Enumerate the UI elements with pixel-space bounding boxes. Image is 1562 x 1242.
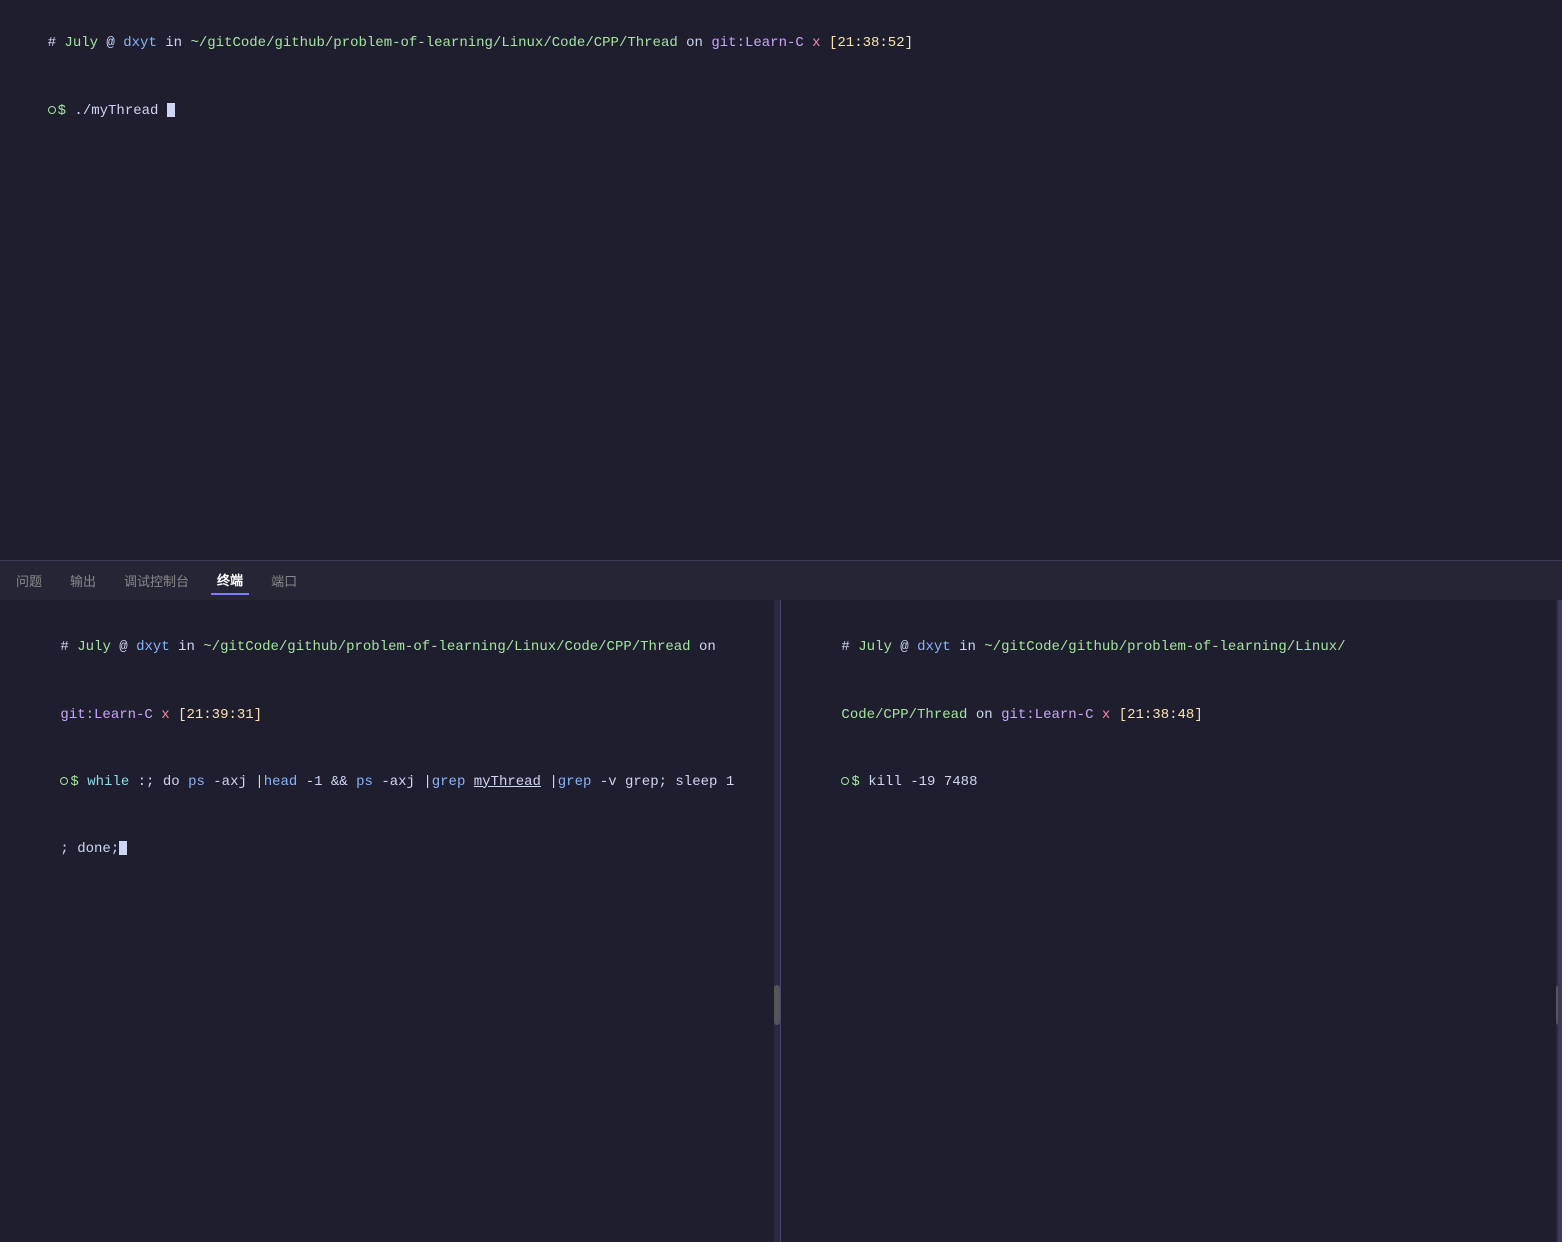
path: ~/gitCode/github/problem-of-learning/Lin… — [190, 35, 677, 51]
left-in: in — [170, 639, 204, 655]
right-path: ~/gitCode/github/problem-of-learning/Lin… — [984, 639, 1345, 655]
x-mark: x — [804, 35, 829, 51]
left-x: x — [153, 707, 178, 723]
left-user: dxyt — [136, 639, 170, 655]
terminal-right[interactable]: # July @ dxyt in ~/gitCode/github/proble… — [781, 600, 1562, 1242]
left-july: July — [77, 639, 111, 655]
right-x: x — [1093, 707, 1118, 723]
right-line-2: $ kill -19 7488 — [791, 748, 1552, 815]
left-head: head — [264, 774, 298, 790]
left-hash: # — [60, 639, 77, 655]
git-branch: git:Learn-C — [711, 35, 803, 51]
at-symbol: @ — [98, 35, 123, 51]
top-line-1: # July @ dxyt in ~/gitCode/github/proble… — [14, 10, 1548, 77]
in-word: in — [157, 35, 191, 51]
right-dollar: $ — [851, 774, 868, 790]
left-ps1: ps — [188, 774, 205, 790]
left-scrollbar-thumb[interactable] — [774, 985, 780, 1025]
right-in: in — [951, 639, 985, 655]
right-user: dxyt — [917, 639, 951, 655]
left-line-1: # July @ dxyt in ~/gitCode/github/proble… — [10, 614, 770, 681]
left-while: while — [87, 774, 129, 790]
left-prompt-circle — [60, 777, 68, 785]
tab-terminal[interactable]: 终端 — [211, 566, 249, 595]
left-mythread: myThread — [474, 774, 541, 790]
bottom-panel: # July @ dxyt in ~/gitCode/github/proble… — [0, 600, 1562, 1242]
left-cursor — [119, 841, 127, 855]
right-prompt-circle — [841, 777, 849, 785]
top-terminal-panel: # July @ dxyt in ~/gitCode/github/proble… — [0, 0, 1562, 560]
right-time: [21:38:48] — [1119, 707, 1203, 723]
terminal-left[interactable]: # July @ dxyt in ~/gitCode/github/proble… — [0, 600, 781, 1242]
right-on: on — [967, 707, 1001, 723]
left-time: [21:39:31] — [178, 707, 262, 723]
tabs-bar: 问题 输出 调试控制台 终端 端口 — [0, 560, 1562, 600]
right-july: July — [858, 639, 892, 655]
left-line-1b: git:Learn-C x [21:39:31] — [10, 681, 770, 748]
left-grep1: grep — [432, 774, 466, 790]
cursor-block — [167, 103, 175, 117]
left-grep2: grep — [558, 774, 592, 790]
right-scrollbar-thumb[interactable] — [1556, 985, 1562, 1025]
tab-output[interactable]: 输出 — [64, 567, 102, 594]
july-name: July — [64, 35, 98, 51]
left-at: @ — [111, 639, 136, 655]
right-pid: 7488 — [944, 774, 978, 790]
tab-ports[interactable]: 端口 — [265, 567, 303, 594]
left-dollar: $ — [70, 774, 87, 790]
tab-problems[interactable]: 问题 — [10, 567, 48, 594]
left-space1 — [465, 774, 473, 790]
timestamp: [21:38:52] — [829, 35, 913, 51]
right-hash: # — [841, 639, 858, 655]
right-kill: kill -19 — [868, 774, 944, 790]
right-scrollbar[interactable] — [1556, 600, 1562, 1242]
left-on: on — [691, 639, 716, 655]
left-rest3: -v grep; sleep 1 — [591, 774, 734, 790]
right-line-1b: Code/CPP/Thread on git:Learn-C x [21:38:… — [791, 681, 1552, 748]
prompt-circle — [48, 106, 56, 114]
left-done: ; done; — [60, 841, 119, 857]
tab-debug-console[interactable]: 调试控制台 — [118, 567, 195, 594]
on-word: on — [678, 35, 712, 51]
left-axj1: -axj | — [205, 774, 264, 790]
left-ps2: ps — [356, 774, 373, 790]
right-line-1: # July @ dxyt in ~/gitCode/github/proble… — [791, 614, 1552, 681]
left-scrollbar[interactable] — [774, 600, 780, 1242]
username: dxyt — [123, 35, 157, 51]
left-path: ~/gitCode/github/problem-of-learning/Lin… — [203, 639, 690, 655]
left-rest1: :; do — [129, 774, 188, 790]
left-axj2: -axj | — [373, 774, 432, 790]
left-rest2: -1 && — [297, 774, 356, 790]
right-git: git:Learn-C — [1001, 707, 1093, 723]
hash: # — [48, 35, 65, 51]
top-line-2: $ ./myThread — [14, 77, 1548, 144]
left-pipe: | — [541, 774, 558, 790]
left-git: git:Learn-C — [60, 707, 152, 723]
left-line-2: $ while :; do ps -axj |head -1 && ps -ax… — [10, 748, 770, 815]
right-at: @ — [892, 639, 917, 655]
dollar-prompt: $ — [58, 103, 75, 119]
right-path2: Code/CPP/Thread — [841, 707, 967, 723]
command: ./myThread — [74, 103, 166, 119]
left-line-3: ; done; — [10, 816, 770, 883]
